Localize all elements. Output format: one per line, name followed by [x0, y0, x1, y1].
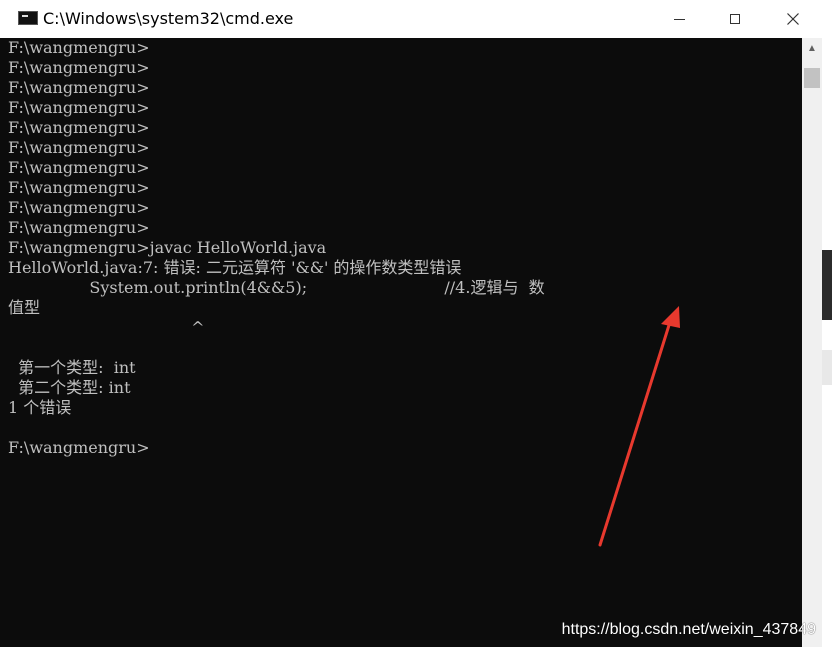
console-line: 第二个类型: int: [8, 378, 131, 397]
console-line: F:\wangmengru>: [8, 38, 150, 57]
console-line: System.out.println(4&&5); //4.逻辑与 数: [8, 278, 545, 297]
cmd-app-icon[interactable]: [18, 11, 38, 25]
console-line: 第一个类型: int: [8, 358, 136, 377]
background-dark-block: [822, 250, 832, 320]
console-line: F:\wangmengru>: [8, 218, 150, 237]
console-line: F:\wangmengru>: [8, 178, 150, 197]
minimize-icon: [673, 18, 685, 20]
console-output[interactable]: F:\wangmengru> F:\wangmengru> F:\wangmengr…: [8, 38, 802, 647]
console-line: F:\wangmengru>: [8, 58, 150, 77]
console-line: F:\wangmengru>: [8, 438, 150, 457]
console-line: F:\wangmengru>: [8, 198, 150, 217]
close-icon: [787, 13, 799, 25]
watermark: https://blog.csdn.net/weixin_437849: [561, 621, 816, 638]
maximize-icon: [730, 14, 740, 24]
console-line: F:\wangmengru>: [8, 118, 150, 137]
console-line: 值型: [8, 298, 41, 317]
background-window-edge: [822, 0, 832, 647]
console-line: F:\wangmengru>javac HelloWorld.java: [8, 238, 327, 257]
vertical-scrollbar[interactable]: ▲: [802, 38, 822, 647]
scroll-up-arrow-icon[interactable]: ▲: [802, 38, 822, 58]
cmd-window: C:\Windows\system32\cmd.exe F:\wangmengr…: [0, 0, 832, 647]
console-line: 1 个错误: [8, 398, 72, 417]
title-bar[interactable]: C:\Windows\system32\cmd.exe: [0, 0, 832, 38]
console-line: F:\wangmengru>: [8, 138, 150, 157]
scroll-thumb[interactable]: [804, 68, 820, 88]
background-gray-block: [822, 350, 832, 385]
console-line: F:\wangmengru>: [8, 78, 150, 97]
close-button[interactable]: [764, 0, 822, 38]
console-line: F:\wangmengru>: [8, 98, 150, 117]
console-line: HelloWorld.java:7: 错误: 二元运算符 '&&' 的操作数类型…: [8, 258, 462, 277]
maximize-button[interactable]: [706, 0, 764, 38]
console-line: F:\wangmengru>: [8, 158, 150, 177]
console-line: ^: [8, 318, 205, 337]
minimize-button[interactable]: [650, 0, 708, 38]
window-title: C:\Windows\system32\cmd.exe: [43, 9, 294, 28]
